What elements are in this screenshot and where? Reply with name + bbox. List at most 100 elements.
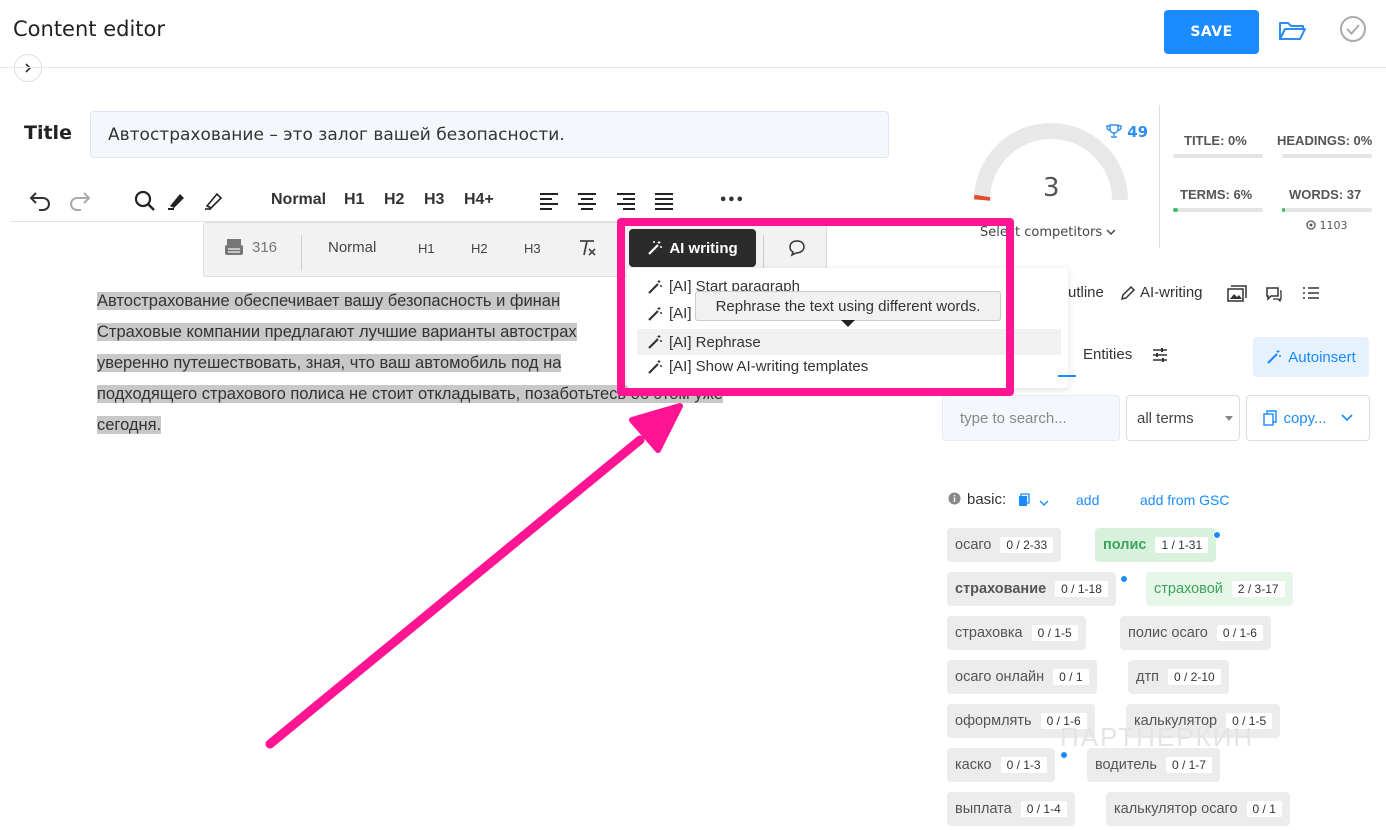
term-name: страховой bbox=[1154, 581, 1223, 597]
format-h2[interactable]: H2 bbox=[384, 185, 404, 215]
save-button[interactable]: SAVE bbox=[1164, 10, 1259, 54]
redo-icon[interactable] bbox=[68, 189, 92, 211]
term-name: полис осаго bbox=[1128, 625, 1208, 641]
align-center-icon[interactable] bbox=[577, 192, 597, 210]
basic-copy-button[interactable] bbox=[1018, 492, 1049, 511]
title-input[interactable] bbox=[90, 111, 889, 158]
align-right-icon[interactable] bbox=[616, 192, 636, 210]
images-icon[interactable] bbox=[1227, 285, 1247, 302]
header-divider bbox=[0, 67, 1386, 68]
metric-terms-bar bbox=[1173, 208, 1263, 212]
term-name: дтп bbox=[1136, 669, 1159, 685]
chevron-down-icon bbox=[1340, 414, 1353, 422]
metric-terms-fill bbox=[1173, 208, 1179, 212]
chat-icon[interactable] bbox=[1265, 285, 1283, 302]
term-name: выплата bbox=[955, 801, 1012, 817]
float-format-normal[interactable]: Normal bbox=[328, 239, 376, 256]
tab-ai-writing[interactable]: AI-writing bbox=[1120, 284, 1203, 301]
term-chip[interactable]: страхование 0 / 1-18 bbox=[947, 572, 1116, 606]
competitors-count: 3 bbox=[1043, 173, 1060, 203]
term-indicator-dot bbox=[1120, 575, 1128, 583]
collapse-sidebar-button[interactable] bbox=[14, 54, 42, 82]
term-count: 0 / 1 bbox=[1053, 669, 1089, 685]
float-format-h1[interactable]: H1 bbox=[418, 241, 435, 256]
highlight-annotation-box bbox=[617, 218, 1014, 396]
target-icon bbox=[1306, 220, 1316, 230]
term-count: 0 / 1-18 bbox=[1055, 581, 1108, 597]
term-chip[interactable]: полис 1 / 1-31 bbox=[1095, 528, 1217, 562]
copy-icon bbox=[1019, 493, 1030, 506]
term-chip[interactable]: дтп 0 / 2-10 bbox=[1128, 660, 1229, 694]
terms-search-input[interactable]: type to search... bbox=[942, 395, 1120, 441]
chevron-right-icon bbox=[25, 63, 32, 73]
caret-down-icon bbox=[1225, 416, 1233, 421]
term-chip[interactable]: осаго онлайн 0 / 1 bbox=[947, 660, 1097, 694]
autoinsert-button[interactable]: Autoinsert bbox=[1253, 337, 1369, 377]
add-term-link[interactable]: add bbox=[1076, 492, 1099, 508]
term-count: 0 / 1-7 bbox=[1165, 757, 1212, 773]
magic-wand-icon bbox=[1267, 350, 1282, 364]
term-name: страхование bbox=[955, 581, 1047, 597]
app-title: Content editor bbox=[13, 17, 165, 41]
trophy-value: 49 bbox=[1127, 123, 1149, 141]
list-icon[interactable] bbox=[1302, 285, 1320, 301]
metric-headings-bar bbox=[1282, 154, 1372, 158]
term-chip[interactable]: калькулятор осаго 0 / 1 bbox=[1106, 792, 1290, 826]
tab-ai-writing-label: AI-writing bbox=[1140, 284, 1203, 301]
term-indicator-dot bbox=[1213, 531, 1221, 539]
tab-outline[interactable]: utline bbox=[1068, 284, 1104, 301]
metric-words-bar bbox=[1282, 208, 1372, 212]
score-value: 49 bbox=[1106, 123, 1148, 141]
autoinsert-label: Autoinsert bbox=[1288, 348, 1356, 366]
highlighter-icon[interactable] bbox=[166, 190, 188, 210]
search-icon[interactable] bbox=[133, 189, 157, 213]
term-count: 0 / 1 bbox=[1246, 801, 1282, 817]
term-name: полис bbox=[1103, 537, 1147, 553]
undo-icon[interactable] bbox=[28, 189, 52, 211]
format-h3[interactable]: H3 bbox=[424, 185, 444, 215]
term-name: водитель bbox=[1095, 757, 1157, 773]
panel-divider bbox=[1159, 105, 1160, 248]
metric-headings: HEADINGS: 0% bbox=[1277, 133, 1373, 148]
pen-icon[interactable] bbox=[203, 190, 225, 210]
format-h1[interactable]: H1 bbox=[344, 185, 364, 215]
term-count: 0 / 2-33 bbox=[1000, 537, 1054, 553]
filter-sliders-icon[interactable] bbox=[1152, 347, 1168, 363]
align-justify-icon[interactable] bbox=[654, 192, 674, 210]
term-chip[interactable]: осаго 0 / 2-33 bbox=[947, 528, 1062, 562]
copy-label: copy... bbox=[1283, 409, 1327, 427]
float-format-h3[interactable]: H3 bbox=[524, 241, 541, 256]
term-count: 0 / 2-10 bbox=[1167, 669, 1221, 685]
terms-filter-select[interactable]: all terms bbox=[1126, 395, 1240, 441]
trophy-icon bbox=[1106, 124, 1122, 138]
term-chip[interactable]: страховой 2 / 3-17 bbox=[1146, 572, 1293, 606]
align-left-icon[interactable] bbox=[539, 192, 559, 210]
tab-active-indicator bbox=[1058, 375, 1076, 377]
clear-format-icon[interactable] bbox=[577, 239, 597, 257]
chevron-down-icon bbox=[1106, 229, 1116, 235]
term-chip[interactable]: страховка 0 / 1-5 bbox=[947, 616, 1086, 650]
float-format-h2[interactable]: H2 bbox=[471, 241, 488, 256]
term-name: оформлять bbox=[955, 713, 1032, 729]
terms-filter-value: all terms bbox=[1137, 409, 1194, 427]
term-chip[interactable]: водитель 0 / 1-7 bbox=[1087, 748, 1220, 782]
metric-words: WORDS: 37 bbox=[1289, 187, 1362, 202]
annotation-arrow bbox=[265, 403, 683, 749]
add-from-gsc-link[interactable]: add from GSC bbox=[1140, 492, 1229, 508]
tab-entities[interactable]: Entities bbox=[1083, 346, 1132, 363]
term-chip[interactable]: каско 0 / 1-3 bbox=[947, 748, 1055, 782]
format-normal[interactable]: Normal bbox=[271, 185, 326, 215]
term-chip[interactable]: выплата 0 / 1-4 bbox=[947, 792, 1075, 826]
words-target-value: 1103 bbox=[1319, 219, 1348, 232]
copy-icon bbox=[1263, 410, 1278, 426]
character-count: 316 bbox=[252, 239, 278, 256]
term-chip[interactable]: полис осаго 0 / 1-6 bbox=[1120, 616, 1271, 650]
more-options-button[interactable]: ••• bbox=[719, 185, 744, 215]
check-circle-icon[interactable] bbox=[1339, 15, 1367, 43]
term-count: 2 / 3-17 bbox=[1231, 581, 1285, 597]
term-name: каско bbox=[955, 757, 992, 773]
folder-open-icon[interactable] bbox=[1277, 17, 1307, 45]
format-h4[interactable]: H4+ bbox=[464, 185, 494, 215]
editor-line: Страховые компании предлагают лучшие вар… bbox=[97, 323, 577, 341]
copy-dropdown-button[interactable]: copy... bbox=[1246, 395, 1370, 441]
